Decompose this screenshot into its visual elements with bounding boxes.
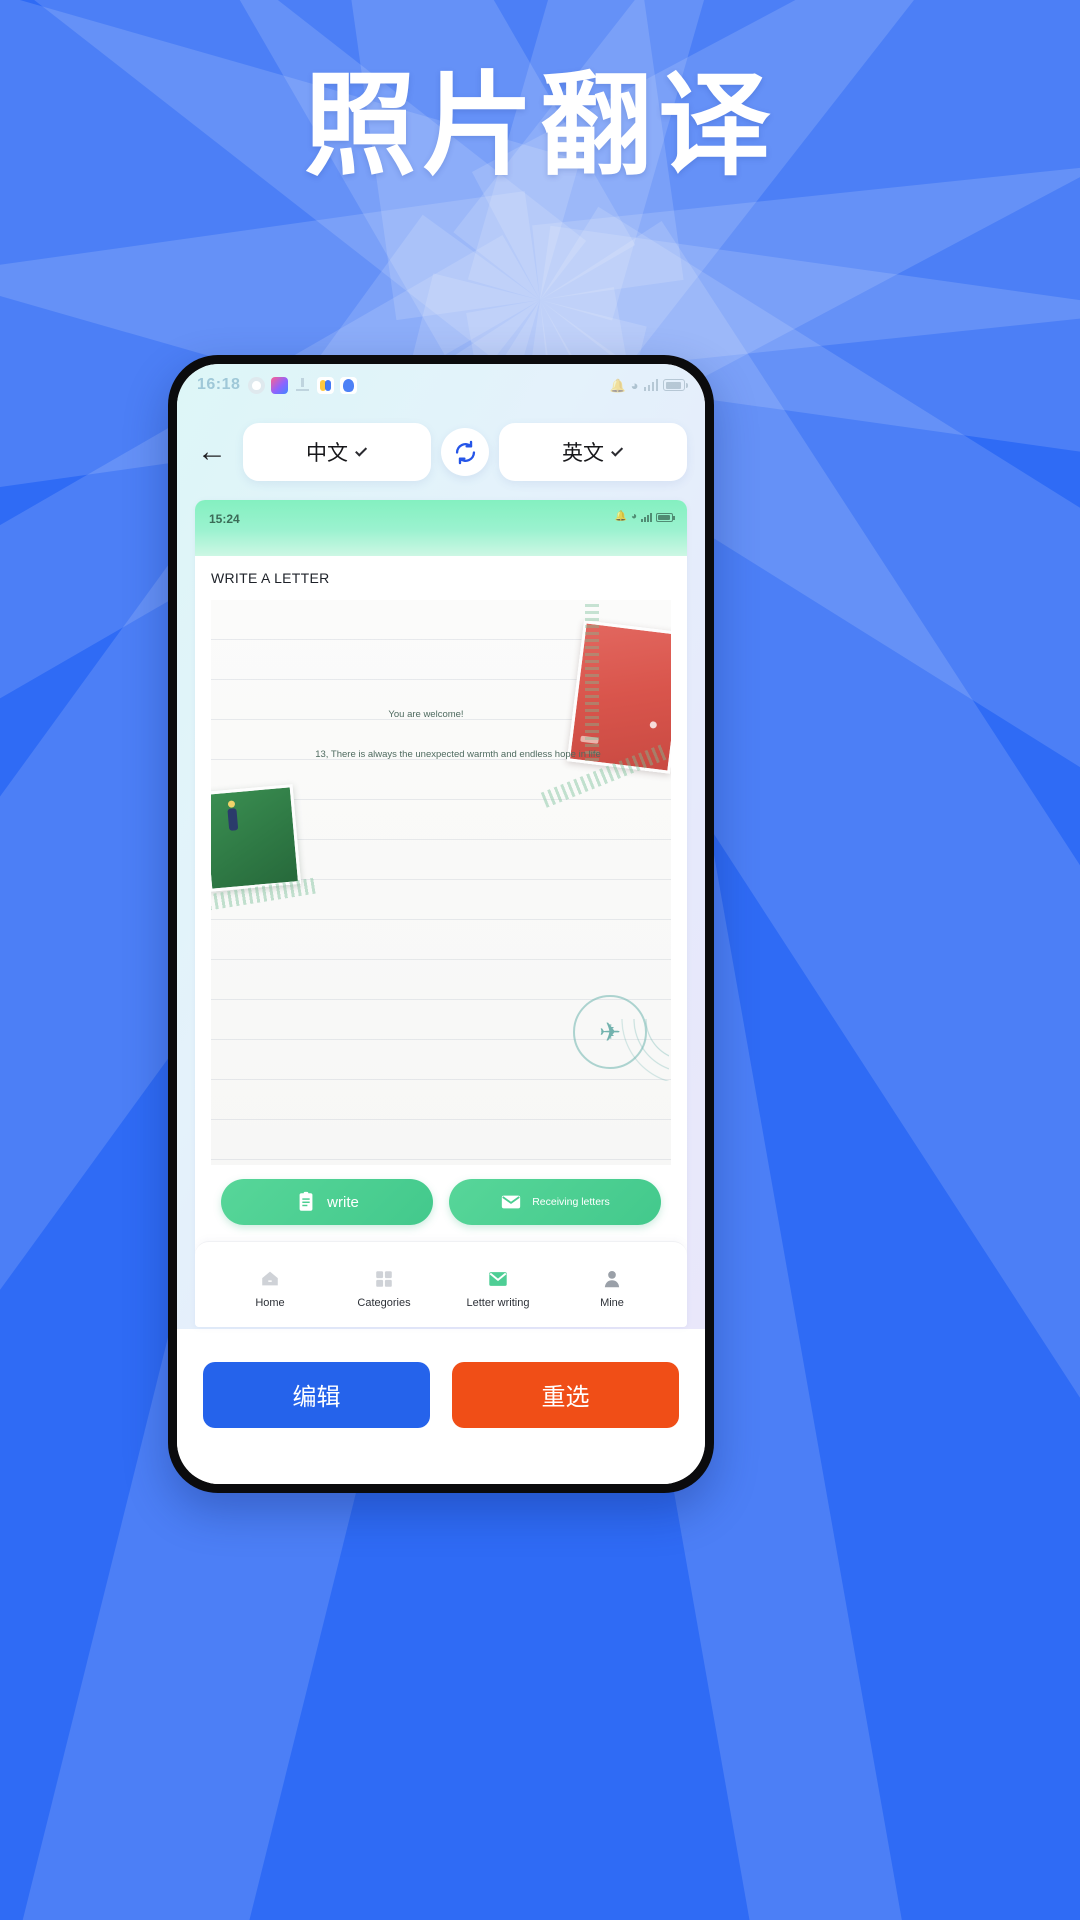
chevron-down-icon (355, 444, 368, 457)
wifi-icon: ◕ (630, 511, 637, 522)
write-button-label: write (327, 1193, 359, 1211)
signal-icon (641, 512, 652, 522)
grid-icon (376, 1271, 392, 1287)
battery-icon (656, 512, 675, 522)
chevron-down-icon (611, 444, 624, 457)
phone-mockup: 16:18 🔔 ◕ ← 中文 英文 15:24 🔔 ◕ WRITE A LETT… (168, 355, 714, 1493)
signal-icon (643, 379, 658, 391)
document-pen-icon (299, 1191, 313, 1211)
status-bar-right-icons: 🔔 ◕ (609, 377, 688, 393)
shield-icon (248, 376, 266, 394)
lace-tape-vertical (585, 604, 599, 764)
captured-page-title: WRITE A LETTER (211, 570, 330, 586)
swap-refresh-icon (455, 440, 475, 464)
receiving-letters-button[interactable]: Receiving letters (449, 1179, 661, 1225)
tab-home[interactable]: Home (213, 1268, 327, 1309)
download-icon (294, 377, 311, 394)
letter-greeting: You are welcome! (388, 709, 464, 720)
edit-button[interactable]: 编辑 (203, 1361, 430, 1428)
phone-screen: 16:18 🔔 ◕ ← 中文 英文 15:24 🔔 ◕ WRITE A LETT… (177, 364, 705, 1484)
baidu-paw-icon (340, 376, 358, 394)
reselect-button[interactable]: 重选 (452, 1361, 679, 1428)
target-language-selector[interactable]: 英文 (499, 423, 687, 481)
page-title: 照片翻译 (304, 63, 776, 188)
tab-letter-writing-label: Letter writing (466, 1297, 530, 1309)
action-bar: 编辑 重选 (177, 1329, 705, 1484)
green-photo (211, 784, 302, 892)
battery-icon (663, 379, 688, 391)
captured-cta-row: write Receiving letters (195, 1165, 687, 1241)
tab-categories-label: Categories (357, 1297, 411, 1309)
app-gradient-icon (271, 376, 289, 394)
wifi-icon: ◕ (630, 377, 639, 393)
promo-page: 照片翻译 16:18 🔔 ◕ ← 中文 英文 15:24 🔔 ◕ WRITE A… (0, 0, 1080, 1920)
captured-status-icons: 🔔 ◕ (614, 511, 675, 522)
app-body: 16:18 🔔 ◕ ← 中文 英文 15:24 🔔 ◕ WRITE A LETT… (177, 364, 705, 1329)
tab-categories[interactable]: Categories (327, 1268, 441, 1309)
tab-letter-writing[interactable]: Letter writing (441, 1268, 555, 1309)
receiving-letters-button-label: Receiving letters (532, 1195, 610, 1208)
alarm-muted-icon: 🔔 (609, 377, 626, 393)
target-language-label: 英文 (562, 442, 604, 465)
captured-status-bar: 15:24 🔔 ◕ (195, 500, 687, 556)
device-status-bar: 16:18 🔔 ◕ (177, 364, 705, 406)
translate-toolbar: ← 中文 英文 (177, 406, 705, 498)
write-button[interactable]: write (221, 1179, 433, 1225)
letter-quote: 13, There is always the unexpected warmt… (315, 749, 601, 760)
alarm-muted-icon: 🔔 (614, 511, 627, 522)
translated-image-preview[interactable]: 15:24 🔔 ◕ WRITE A LETTER You are welcome… (195, 500, 687, 1327)
captured-status-time: 15:24 (209, 512, 240, 526)
swap-languages-button[interactable] (441, 428, 489, 476)
envelope-icon (502, 1195, 521, 1209)
letter-paper: You are welcome! 13, There is always the… (211, 600, 671, 1165)
tab-mine[interactable]: Mine (555, 1268, 669, 1309)
source-language-label: 中文 (306, 442, 348, 465)
source-language-selector[interactable]: 中文 (243, 423, 431, 481)
status-bar-left-icons (248, 376, 358, 394)
captured-title-row: WRITE A LETTER (195, 556, 687, 596)
tab-mine-label: Mine (600, 1297, 624, 1309)
tab-home-label: Home (255, 1297, 285, 1309)
envelope-icon (489, 1272, 507, 1286)
airplane-postmark-stamp: ✈ (573, 995, 647, 1069)
captured-tab-bar: Home Categories Letter writing Mine (195, 1241, 687, 1327)
person-icon (604, 1271, 620, 1288)
home-icon (262, 1271, 278, 1286)
status-bar-time: 16:18 (197, 376, 241, 393)
back-arrow-icon[interactable]: ← (191, 431, 233, 473)
app-yellow-blue-icon (317, 376, 335, 394)
